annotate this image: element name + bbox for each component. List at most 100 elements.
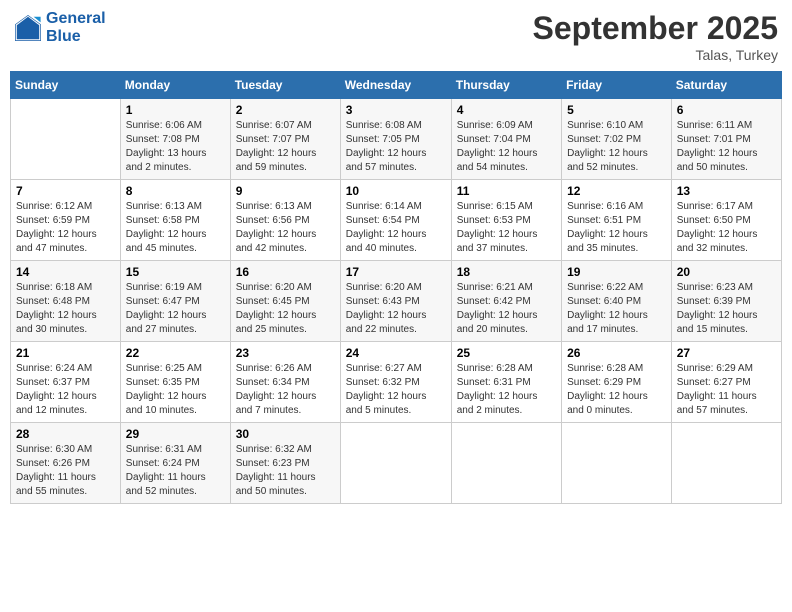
day-number: 3 — [346, 103, 446, 117]
calendar-cell: 7 Sunrise: 6:12 AMSunset: 6:59 PMDaylight… — [11, 180, 121, 261]
week-row-4: 21 Sunrise: 6:24 AMSunset: 6:37 PMDayligh… — [11, 342, 782, 423]
day-info: Sunrise: 6:17 AMSunset: 6:50 PMDaylight:… — [677, 200, 776, 256]
day-number: 29 — [126, 427, 225, 441]
day-info: Sunrise: 6:24 AMSunset: 6:37 PMDaylight:… — [16, 362, 115, 418]
header-tuesday: Tuesday — [230, 72, 340, 99]
day-number: 14 — [16, 265, 115, 279]
day-info: Sunrise: 6:14 AMSunset: 6:54 PMDaylight:… — [346, 200, 446, 256]
day-number: 16 — [236, 265, 335, 279]
calendar-cell: 12 Sunrise: 6:16 AMSunset: 6:51 PMDayligh… — [562, 180, 672, 261]
calendar-cell: 14 Sunrise: 6:18 AMSunset: 6:48 PMDayligh… — [11, 261, 121, 342]
day-info: Sunrise: 6:13 AMSunset: 6:56 PMDaylight:… — [236, 200, 335, 256]
day-info: Sunrise: 6:07 AMSunset: 7:07 PMDaylight:… — [236, 119, 335, 175]
day-info: Sunrise: 6:19 AMSunset: 6:47 PMDaylight:… — [126, 281, 225, 337]
header-thursday: Thursday — [451, 72, 561, 99]
day-info: Sunrise: 6:10 AMSunset: 7:02 PMDaylight:… — [567, 119, 666, 175]
header-monday: Monday — [120, 72, 230, 99]
day-number: 15 — [126, 265, 225, 279]
day-info: Sunrise: 6:26 AMSunset: 6:34 PMDaylight:… — [236, 362, 335, 418]
calendar-cell: 17 Sunrise: 6:20 AMSunset: 6:43 PMDayligh… — [340, 261, 451, 342]
calendar-cell: 10Sunrise: 6:14 AMSunset: 6:54 PMDayligh… — [340, 180, 451, 261]
calendar-cell: 6 Sunrise: 6:11 AMSunset: 7:01 PMDaylight… — [671, 99, 781, 180]
day-number: 12 — [567, 184, 666, 198]
day-info: Sunrise: 6:15 AMSunset: 6:53 PMDaylight:… — [457, 200, 556, 256]
calendar-cell: 4Sunrise: 6:09 AMSunset: 7:04 PMDaylight… — [451, 99, 561, 180]
day-info: Sunrise: 6:11 AMSunset: 7:01 PMDaylight:… — [677, 119, 776, 175]
calendar-cell: 1 Sunrise: 6:06 AMSunset: 7:08 PMDaylight… — [120, 99, 230, 180]
day-info: Sunrise: 6:21 AMSunset: 6:42 PMDaylight:… — [457, 281, 556, 337]
logo-icon — [14, 14, 42, 42]
calendar-cell: 9 Sunrise: 6:13 AMSunset: 6:56 PMDaylight… — [230, 180, 340, 261]
day-info: Sunrise: 6:13 AMSunset: 6:58 PMDaylight:… — [126, 200, 225, 256]
day-info: Sunrise: 6:22 AMSunset: 6:40 PMDaylight:… — [567, 281, 666, 337]
calendar-cell: 5 Sunrise: 6:10 AMSunset: 7:02 PMDaylight… — [562, 99, 672, 180]
day-number: 11 — [457, 184, 556, 198]
calendar-cell: 21 Sunrise: 6:24 AMSunset: 6:37 PMDayligh… — [11, 342, 121, 423]
calendar-cell — [562, 423, 672, 504]
day-number: 13 — [677, 184, 776, 198]
calendar-cell: 18 Sunrise: 6:21 AMSunset: 6:42 PMDayligh… — [451, 261, 561, 342]
day-number: 18 — [457, 265, 556, 279]
header-friday: Friday — [562, 72, 672, 99]
day-number: 21 — [16, 346, 115, 360]
calendar-cell: 26Sunrise: 6:28 AMSunset: 6:29 PMDayligh… — [562, 342, 672, 423]
calendar-table: SundayMondayTuesdayWednesdayThursdayFrid… — [10, 71, 782, 504]
day-number: 23 — [236, 346, 335, 360]
day-number: 25 — [457, 346, 556, 360]
calendar-cell: 25Sunrise: 6:28 AMSunset: 6:31 PMDayligh… — [451, 342, 561, 423]
week-row-5: 28Sunrise: 6:30 AMSunset: 6:26 PMDayligh… — [11, 423, 782, 504]
day-info: Sunrise: 6:09 AMSunset: 7:04 PMDaylight:… — [457, 119, 556, 175]
day-info: Sunrise: 6:12 AMSunset: 6:59 PMDaylight:… — [16, 200, 115, 256]
day-info: Sunrise: 6:32 AMSunset: 6:23 PMDaylight:… — [236, 443, 335, 499]
location: Talas, Turkey — [533, 47, 778, 63]
header-sunday: Sunday — [11, 72, 121, 99]
calendar-cell: 8Sunrise: 6:13 AMSunset: 6:58 PMDaylight… — [120, 180, 230, 261]
day-info: Sunrise: 6:18 AMSunset: 6:48 PMDaylight:… — [16, 281, 115, 337]
calendar-cell: 20 Sunrise: 6:23 AMSunset: 6:39 PMDayligh… — [671, 261, 781, 342]
day-info: Sunrise: 6:27 AMSunset: 6:32 PMDaylight:… — [346, 362, 446, 418]
day-number: 9 — [236, 184, 335, 198]
calendar-cell: 29 Sunrise: 6:31 AMSunset: 6:24 PMDayligh… — [120, 423, 230, 504]
day-info: Sunrise: 6:29 AMSunset: 6:27 PMDaylight:… — [677, 362, 776, 418]
calendar-cell — [340, 423, 451, 504]
calendar-cell — [671, 423, 781, 504]
week-row-1: 1 Sunrise: 6:06 AMSunset: 7:08 PMDaylight… — [11, 99, 782, 180]
calendar-cell: 28Sunrise: 6:30 AMSunset: 6:26 PMDayligh… — [11, 423, 121, 504]
logo-text: General Blue — [46, 10, 106, 45]
day-info: Sunrise: 6:30 AMSunset: 6:26 PMDaylight:… — [16, 443, 115, 499]
day-info: Sunrise: 6:08 AMSunset: 7:05 PMDaylight:… — [346, 119, 446, 175]
day-number: 5 — [567, 103, 666, 117]
day-number: 24 — [346, 346, 446, 360]
day-info: Sunrise: 6:25 AMSunset: 6:35 PMDaylight:… — [126, 362, 225, 418]
day-info: Sunrise: 6:20 AMSunset: 6:43 PMDaylight:… — [346, 281, 446, 337]
month-title: September 2025 — [533, 10, 778, 47]
calendar-cell: 24 Sunrise: 6:27 AMSunset: 6:32 PMDayligh… — [340, 342, 451, 423]
calendar-cell: 15 Sunrise: 6:19 AMSunset: 6:47 PMDayligh… — [120, 261, 230, 342]
day-info: Sunrise: 6:31 AMSunset: 6:24 PMDaylight:… — [126, 443, 225, 499]
logo: General Blue — [14, 10, 106, 45]
day-info: Sunrise: 6:23 AMSunset: 6:39 PMDaylight:… — [677, 281, 776, 337]
header-wednesday: Wednesday — [340, 72, 451, 99]
calendar-cell — [451, 423, 561, 504]
calendar-cell: 11 Sunrise: 6:15 AMSunset: 6:53 PMDayligh… — [451, 180, 561, 261]
day-number: 7 — [16, 184, 115, 198]
page-header: General Blue September 2025 Talas, Turke… — [10, 10, 782, 63]
day-number: 22 — [126, 346, 225, 360]
calendar-cell: 23 Sunrise: 6:26 AMSunset: 6:34 PMDayligh… — [230, 342, 340, 423]
day-number: 1 — [126, 103, 225, 117]
day-info: Sunrise: 6:20 AMSunset: 6:45 PMDaylight:… — [236, 281, 335, 337]
day-number: 20 — [677, 265, 776, 279]
title-block: September 2025 Talas, Turkey — [533, 10, 778, 63]
day-number: 30 — [236, 427, 335, 441]
calendar-cell: 2 Sunrise: 6:07 AMSunset: 7:07 PMDaylight… — [230, 99, 340, 180]
day-number: 2 — [236, 103, 335, 117]
day-number: 19 — [567, 265, 666, 279]
day-info: Sunrise: 6:16 AMSunset: 6:51 PMDaylight:… — [567, 200, 666, 256]
day-info: Sunrise: 6:28 AMSunset: 6:29 PMDaylight:… — [567, 362, 666, 418]
calendar-cell: 19 Sunrise: 6:22 AMSunset: 6:40 PMDayligh… — [562, 261, 672, 342]
header-row: SundayMondayTuesdayWednesdayThursdayFrid… — [11, 72, 782, 99]
day-number: 17 — [346, 265, 446, 279]
day-number: 6 — [677, 103, 776, 117]
day-info: Sunrise: 6:06 AMSunset: 7:08 PMDaylight:… — [126, 119, 225, 175]
calendar-cell: 30 Sunrise: 6:32 AMSunset: 6:23 PMDayligh… — [230, 423, 340, 504]
